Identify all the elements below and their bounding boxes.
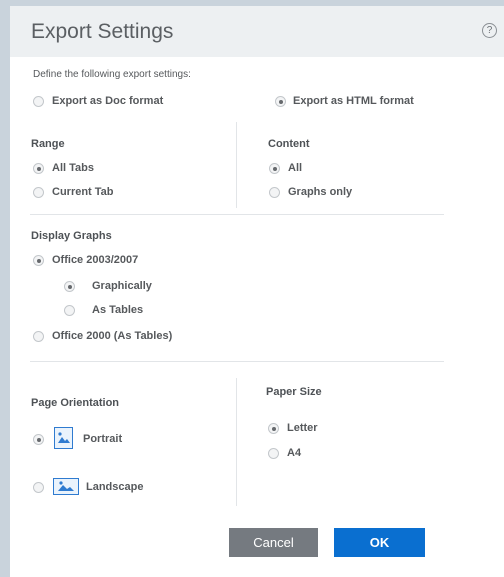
export-html-radio[interactable] — [275, 96, 286, 107]
export-doc-radio[interactable] — [33, 96, 44, 107]
cancel-button[interactable]: Cancel — [229, 528, 318, 557]
landscape-page-icon[interactable] — [53, 478, 79, 495]
a4-radio[interactable] — [268, 448, 279, 459]
help-icon[interactable]: ? — [482, 23, 497, 38]
office-2003-label[interactable]: Office 2003/2007 — [52, 254, 138, 266]
office-2000-radio[interactable] — [33, 331, 44, 342]
landscape-label[interactable]: Landscape — [86, 481, 143, 493]
graphically-radio[interactable] — [64, 281, 75, 292]
dialog-title: Export Settings — [31, 20, 174, 43]
display-graphs-heading: Display Graphs — [31, 230, 112, 242]
intro-text: Define the following export settings: — [33, 69, 191, 80]
orientation-paper-divider — [236, 378, 237, 506]
section-divider-2 — [30, 361, 444, 362]
range-content-divider — [236, 122, 237, 208]
range-heading: Range — [31, 138, 65, 150]
content-all-radio[interactable] — [269, 163, 280, 174]
export-doc-label[interactable]: Export as Doc format — [52, 95, 163, 107]
paper-size-heading: Paper Size — [266, 386, 322, 398]
all-tabs-label[interactable]: All Tabs — [52, 162, 94, 174]
dialog-title-bar: Export Settings ? — [10, 6, 504, 57]
portrait-radio[interactable] — [33, 434, 44, 445]
export-settings-dialog: Export Settings ? Define the following e… — [0, 0, 504, 577]
current-tab-label[interactable]: Current Tab — [52, 186, 114, 198]
portrait-label[interactable]: Portrait — [83, 433, 122, 445]
ok-button[interactable]: OK — [334, 528, 425, 557]
export-html-label[interactable]: Export as HTML format — [293, 95, 414, 107]
graphs-only-label[interactable]: Graphs only — [288, 186, 352, 198]
letter-radio[interactable] — [268, 423, 279, 434]
content-all-label[interactable]: All — [288, 162, 302, 174]
content-heading: Content — [268, 138, 310, 150]
section-divider-1 — [30, 214, 444, 215]
letter-label[interactable]: Letter — [287, 422, 318, 434]
all-tabs-radio[interactable] — [33, 163, 44, 174]
as-tables-label[interactable]: As Tables — [92, 304, 143, 316]
graphically-label[interactable]: Graphically — [92, 280, 152, 292]
office-2000-label[interactable]: Office 2000 (As Tables) — [52, 330, 172, 342]
portrait-page-icon[interactable] — [54, 427, 73, 449]
dialog-left-border — [0, 0, 10, 577]
office-2003-radio[interactable] — [33, 255, 44, 266]
current-tab-radio[interactable] — [33, 187, 44, 198]
landscape-radio[interactable] — [33, 482, 44, 493]
graphs-only-radio[interactable] — [269, 187, 280, 198]
a4-label[interactable]: A4 — [287, 447, 301, 459]
as-tables-radio[interactable] — [64, 305, 75, 316]
page-orientation-heading: Page Orientation — [31, 397, 120, 409]
